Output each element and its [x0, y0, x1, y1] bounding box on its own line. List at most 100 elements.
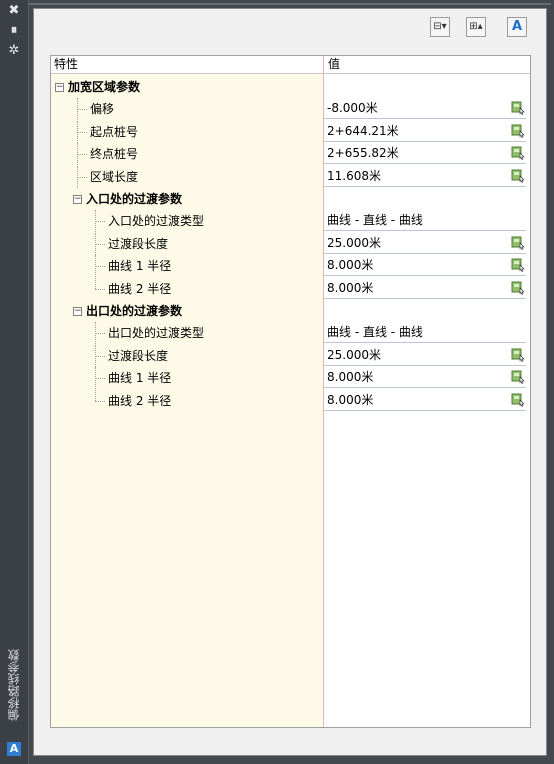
property-value[interactable]: 25.000米: [324, 344, 526, 366]
property-value[interactable]: 25.000米: [324, 232, 526, 254]
property-value-text: 8.000米: [327, 280, 374, 295]
tree-connector: [77, 165, 78, 188]
property-label: 曲线 2 半径: [108, 393, 172, 408]
tree-connector: [77, 154, 87, 156]
auto-hide-icon[interactable]: ⏸: [6, 24, 22, 38]
property-value[interactable]: 2+655.82米: [324, 143, 526, 165]
autocad-icon[interactable]: A: [507, 17, 527, 37]
property-label: 过渡段长度: [108, 348, 169, 363]
property-row[interactable]: 出口处的过渡类型 曲线 - 直线 - 曲线: [51, 322, 530, 345]
property-label: 区域长度: [90, 169, 139, 184]
property-value[interactable]: 8.000米: [324, 367, 526, 389]
group-label: 加宽区域参数: [68, 80, 141, 94]
property-value[interactable]: 2+644.21米: [324, 120, 526, 142]
expand-all-icon[interactable]: ⊞▴: [466, 17, 486, 37]
pick-from-drawing-icon[interactable]: [511, 281, 525, 295]
panel-title-strip: ✖ ⏸ ✲ 偏移路线参数 A: [0, 0, 28, 764]
pick-from-drawing-icon[interactable]: [511, 101, 525, 116]
property-label: 曲线 1 半径: [108, 371, 172, 386]
property-row[interactable]: 曲线 1 半径 8.000米: [51, 255, 530, 278]
property-value[interactable]: 8.000米: [324, 255, 526, 277]
tree-connector: [95, 210, 96, 233]
pick-from-drawing-icon[interactable]: [511, 370, 525, 385]
group-row[interactable]: − 入口处的过渡参数: [51, 188, 530, 210]
property-row[interactable]: 曲线 2 半径 8.000米: [51, 389, 530, 412]
collapse-toggle-icon[interactable]: −: [55, 83, 64, 92]
tree-connector: [77, 131, 87, 133]
tree-connector: [95, 221, 105, 223]
property-row[interactable]: 过渡段长度 25.000米: [51, 232, 530, 255]
tree-connector: [95, 367, 96, 390]
property-value-text: 8.000米: [327, 258, 374, 273]
property-row[interactable]: 过渡段长度 25.000米: [51, 344, 530, 367]
property-value-text: 25.000米: [327, 347, 381, 362]
collapse-all-icon[interactable]: ⊟▾: [430, 17, 450, 37]
tree-connector: [95, 232, 96, 255]
app-logo-icon[interactable]: A: [7, 742, 21, 756]
value-column-header[interactable]: 值: [328, 56, 340, 73]
property-value[interactable]: 曲线 - 直线 - 曲线: [324, 210, 526, 232]
property-label: 出口处的过渡类型: [108, 326, 205, 341]
group-row[interactable]: − 出口处的过渡参数: [51, 300, 530, 322]
property-value-text: 8.000米: [327, 392, 374, 407]
property-value[interactable]: 11.608米: [324, 165, 526, 187]
tree-connector: [95, 400, 105, 402]
property-value[interactable]: 8.000米: [324, 277, 526, 299]
pick-from-drawing-icon[interactable]: [511, 258, 525, 273]
property-label: 曲线 1 半径: [108, 259, 172, 274]
property-label: 入口处的过渡类型: [108, 214, 205, 229]
close-icon[interactable]: ✖: [6, 4, 22, 18]
pick-from-drawing-icon[interactable]: [511, 124, 525, 138]
property-value-text: 2+655.82米: [327, 146, 399, 161]
pick-from-drawing-icon[interactable]: [511, 169, 525, 183]
collapse-toggle-icon[interactable]: −: [73, 307, 82, 316]
tree-connector: [77, 143, 78, 166]
group-row[interactable]: − 加宽区域参数: [51, 76, 530, 98]
property-label: 起点桩号: [90, 124, 139, 139]
property-row[interactable]: 曲线 1 半径 8.000米: [51, 367, 530, 390]
property-row[interactable]: 入口处的过渡类型 曲线 - 直线 - 曲线: [51, 210, 530, 233]
tree-connector: [77, 98, 78, 121]
frame-top-border: [29, 3, 551, 5]
property-row[interactable]: 曲线 2 半径 8.000米: [51, 277, 530, 300]
tree-connector: [95, 378, 105, 380]
grid-header: 特性 值: [51, 56, 530, 74]
pick-from-drawing-icon[interactable]: [511, 146, 525, 161]
tree-connector: [77, 109, 87, 111]
tree-connector: [95, 355, 105, 357]
tree-connector: [77, 176, 87, 178]
tree-connector: [77, 120, 78, 143]
property-row[interactable]: 偏移 -8.000米: [51, 98, 530, 121]
property-value-text: 8.000米: [327, 370, 374, 385]
tree-connector: [95, 255, 96, 278]
pick-from-drawing-icon[interactable]: [511, 236, 525, 250]
property-value-text: -8.000米: [327, 101, 378, 116]
pick-from-drawing-icon[interactable]: [511, 348, 525, 362]
tree-connector: [95, 266, 105, 268]
tree-connector: [95, 333, 105, 335]
tree-connector: [95, 344, 96, 367]
property-value-text: 曲线 - 直线 - 曲线: [327, 213, 423, 228]
tree-connector: [95, 322, 96, 345]
property-value[interactable]: -8.000米: [324, 98, 526, 120]
property-row[interactable]: 起点桩号 2+644.21米: [51, 120, 530, 143]
property-row[interactable]: 区域长度 11.608米: [51, 165, 530, 188]
pick-from-drawing-icon[interactable]: [511, 393, 525, 407]
property-label: 偏移: [90, 102, 115, 117]
tree-connector: [95, 288, 105, 290]
property-value[interactable]: 曲线 - 直线 - 曲线: [324, 322, 526, 344]
tree-connector: [95, 277, 96, 289]
properties-icon[interactable]: ✲: [6, 44, 22, 58]
property-value[interactable]: 8.000米: [324, 389, 526, 411]
group-label: 出口处的过渡参数: [86, 304, 183, 318]
property-row[interactable]: 终点桩号 2+655.82米: [51, 143, 530, 166]
tree-connector: [95, 389, 96, 401]
property-grid: 特性 值 − 加宽区域参数 偏移 -8.000米 起点桩号 2+644.21米 终点桩号 2+…: [50, 55, 531, 728]
property-value-text: 11.608米: [327, 168, 381, 183]
property-value-text: 2+644.21米: [327, 123, 399, 138]
tree-connector: [95, 243, 105, 245]
group-label: 入口处的过渡参数: [86, 192, 183, 206]
property-column-header[interactable]: 特性: [54, 56, 78, 73]
collapse-toggle-icon[interactable]: −: [73, 195, 82, 204]
panel-title: 偏移路线参数: [7, 649, 21, 721]
